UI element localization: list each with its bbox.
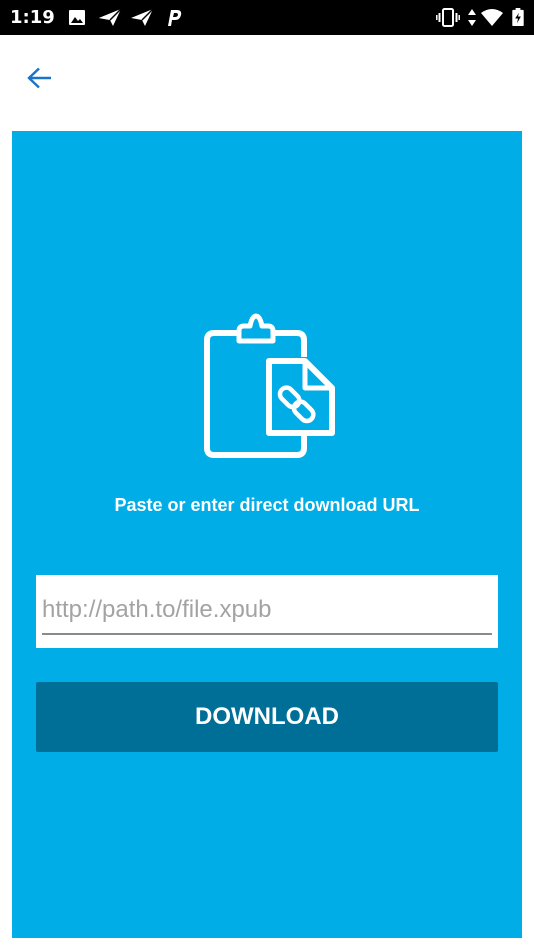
back-button[interactable]: [20, 58, 60, 98]
url-field-container: [36, 575, 498, 648]
send-icon: [131, 8, 154, 26]
status-bar: 1:19: [0, 0, 534, 35]
send-icon: [99, 8, 122, 26]
url-input[interactable]: [42, 591, 492, 635]
data-arrows-icon: [468, 9, 476, 26]
vibrate-icon: [436, 8, 460, 27]
app-bar: [0, 35, 534, 131]
url-download-panel: Paste or enter direct download URL DOWNL…: [12, 131, 522, 938]
battery-icon: [512, 8, 524, 27]
arrow-left-icon: [27, 67, 51, 89]
image-icon: [69, 10, 85, 25]
url-prompt-label: Paste or enter direct download URL: [114, 495, 420, 515]
p-app-icon: [168, 10, 182, 26]
status-time: 1:19: [10, 7, 55, 28]
clipboard-link-icon: [204, 313, 335, 458]
download-button[interactable]: DOWNLOAD: [36, 682, 498, 752]
wifi-icon: [481, 9, 503, 26]
